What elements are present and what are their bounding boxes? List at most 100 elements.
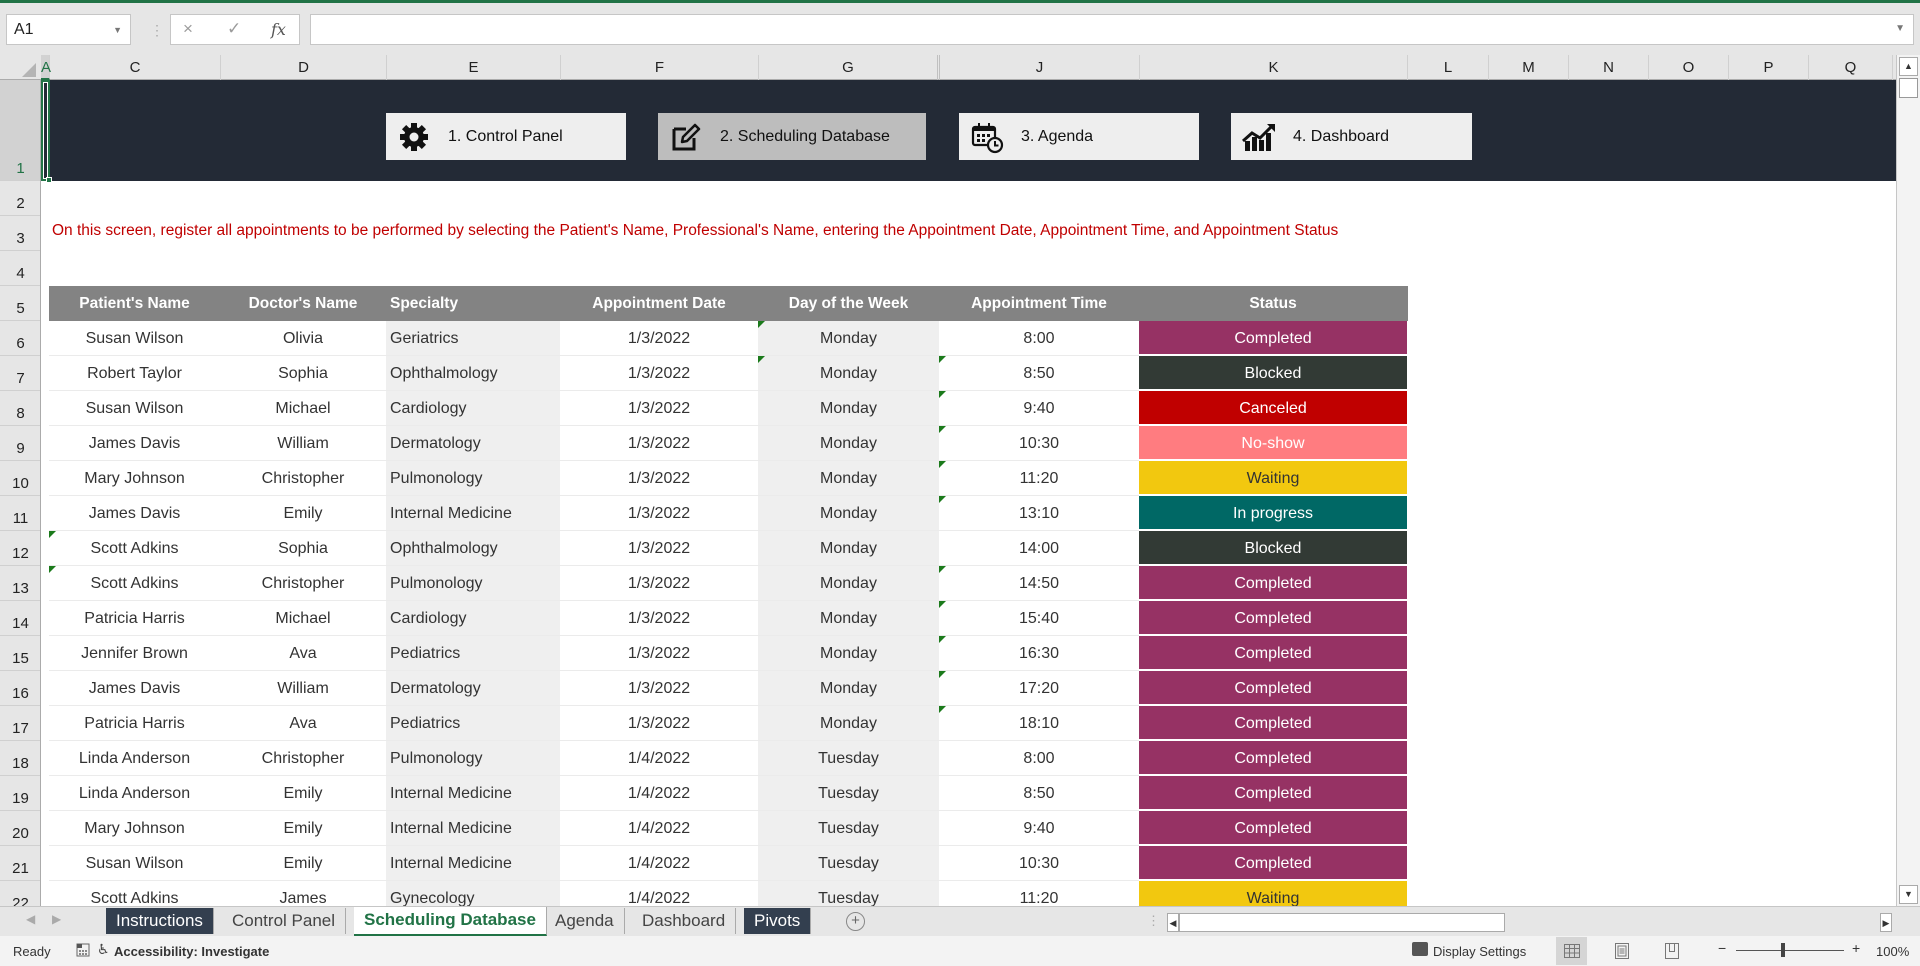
cell-patient-name[interactable]: Linda Anderson <box>49 741 220 776</box>
cell-doctor-name[interactable]: William <box>220 426 386 461</box>
column-header-n[interactable]: N <box>1569 55 1649 80</box>
column-header-l[interactable]: L <box>1408 55 1489 80</box>
cell-day-of-week[interactable]: Tuesday <box>758 846 939 881</box>
cell-appointment-date[interactable]: 1/4/2022 <box>560 811 758 846</box>
row-header-19[interactable]: 19 <box>0 776 40 811</box>
row-header-7[interactable]: 7 <box>0 356 40 391</box>
zoom-slider[interactable]: − + <box>1718 940 1868 960</box>
cell-specialty[interactable]: Gynecology <box>386 881 560 906</box>
column-header-e[interactable]: E <box>387 55 561 80</box>
cell-appointment-date[interactable]: 1/3/2022 <box>560 566 758 601</box>
cell-appointment-time[interactable]: 11:20 <box>939 461 1139 496</box>
cell-specialty[interactable]: Pulmonology <box>386 741 560 776</box>
row-header-13[interactable]: 13 <box>0 566 40 601</box>
sheet-tab-pivots[interactable]: Pivots <box>744 908 812 934</box>
cell-doctor-name[interactable]: Emily <box>220 811 386 846</box>
row-header-10[interactable]: 10 <box>0 461 40 496</box>
cell-appointment-date[interactable]: 1/3/2022 <box>560 496 758 531</box>
cell-status[interactable]: Completed <box>1139 846 1407 881</box>
cell-doctor-name[interactable]: Christopher <box>220 741 386 776</box>
cell-appointment-date[interactable]: 1/3/2022 <box>560 706 758 741</box>
cell-appointment-time[interactable]: 10:30 <box>939 846 1139 881</box>
error-indicator-icon[interactable] <box>939 356 946 363</box>
cell-day-of-week[interactable]: Monday <box>758 461 939 496</box>
row-header-18[interactable]: 18 <box>0 741 40 776</box>
cell-status[interactable]: Completed <box>1139 636 1407 671</box>
cell-specialty[interactable]: Internal Medicine <box>386 846 560 881</box>
cell-status[interactable]: Waiting <box>1139 881 1407 906</box>
column-header-p[interactable]: P <box>1729 55 1809 80</box>
cell-doctor-name[interactable]: Christopher <box>220 566 386 601</box>
error-indicator-icon[interactable] <box>758 321 765 328</box>
cell-status[interactable]: Completed <box>1139 811 1407 846</box>
cell-specialty[interactable]: Internal Medicine <box>386 811 560 846</box>
cell-day-of-week[interactable]: Tuesday <box>758 811 939 846</box>
cell-status[interactable]: In progress <box>1139 496 1407 531</box>
cell-specialty[interactable]: Ophthalmology <box>386 356 560 391</box>
cell-specialty[interactable]: Geriatrics <box>386 321 560 356</box>
sheet-tab-agenda[interactable]: Agenda <box>545 908 625 934</box>
error-indicator-icon[interactable] <box>939 426 946 433</box>
row-header-4[interactable]: 4 <box>0 251 40 286</box>
row-header-15[interactable]: 15 <box>0 636 40 671</box>
error-indicator-icon[interactable] <box>758 356 765 363</box>
cell-status[interactable]: Completed <box>1139 741 1407 776</box>
column-header-m[interactable]: M <box>1489 55 1569 80</box>
cell-day-of-week[interactable]: Tuesday <box>758 776 939 811</box>
row-header-2[interactable]: 2 <box>0 181 40 216</box>
drag-handle-icon[interactable]: ⋮ <box>150 21 164 39</box>
cell-specialty[interactable]: Pulmonology <box>386 461 560 496</box>
cell-status[interactable]: Completed <box>1139 776 1407 811</box>
horizontal-scrollbar[interactable]: ◀ ▶ <box>1167 913 1892 932</box>
row-header-14[interactable]: 14 <box>0 601 40 636</box>
page-layout-view-button[interactable] <box>1606 937 1637 965</box>
cell-appointment-time[interactable]: 14:00 <box>939 531 1139 566</box>
cell-appointment-time[interactable]: 16:30 <box>939 636 1139 671</box>
add-sheet-icon[interactable]: + <box>846 912 865 931</box>
cell-appointment-date[interactable]: 1/4/2022 <box>560 881 758 906</box>
error-indicator-icon[interactable] <box>939 601 946 608</box>
sheet-tab-dashboard[interactable]: Dashboard <box>632 908 737 934</box>
normal-view-button[interactable] <box>1556 937 1587 965</box>
column-header-j[interactable]: J <box>940 55 1140 80</box>
display-settings-icon[interactable] <box>1412 942 1428 956</box>
page-break-view-button[interactable] <box>1656 937 1687 965</box>
cell-doctor-name[interactable]: William <box>220 671 386 706</box>
cell-doctor-name[interactable]: Ava <box>220 706 386 741</box>
cell-patient-name[interactable]: Susan Wilson <box>49 321 220 356</box>
cell-day-of-week[interactable]: Tuesday <box>758 741 939 776</box>
cell-patient-name[interactable]: Mary Johnson <box>49 461 220 496</box>
cell-status[interactable]: Completed <box>1139 321 1407 356</box>
error-indicator-icon[interactable] <box>939 391 946 398</box>
error-indicator-icon[interactable] <box>939 461 946 468</box>
accessibility-status[interactable]: Accessibility: Investigate <box>114 944 269 959</box>
error-indicator-icon[interactable] <box>939 496 946 503</box>
cell-specialty[interactable]: Pediatrics <box>386 706 560 741</box>
cell-specialty[interactable]: Cardiology <box>386 391 560 426</box>
cell-patient-name[interactable]: Susan Wilson <box>49 391 220 426</box>
cell-doctor-name[interactable]: Sophia <box>220 356 386 391</box>
cell-doctor-name[interactable]: Emily <box>220 846 386 881</box>
cell-appointment-time[interactable]: 8:50 <box>939 356 1139 391</box>
next-sheet-icon[interactable]: ▶ <box>52 912 61 926</box>
worksheet-grid[interactable]: 1. Control Panel 2. Scheduling Database … <box>41 80 1896 906</box>
cell-doctor-name[interactable]: Olivia <box>220 321 386 356</box>
cell-specialty[interactable]: Cardiology <box>386 601 560 636</box>
error-indicator-icon[interactable] <box>49 566 56 573</box>
cell-appointment-time[interactable]: 8:50 <box>939 776 1139 811</box>
drag-handle-icon[interactable]: ⋮ <box>1147 913 1160 929</box>
cell-doctor-name[interactable]: Sophia <box>220 531 386 566</box>
cell-day-of-week[interactable]: Monday <box>758 566 939 601</box>
cell-day-of-week[interactable]: Monday <box>758 531 939 566</box>
header-status[interactable]: Status <box>1139 286 1407 321</box>
cell-day-of-week[interactable]: Monday <box>758 671 939 706</box>
row-header-9[interactable]: 9 <box>0 426 40 461</box>
expand-formula-bar-icon[interactable]: ▼ <box>1895 23 1905 34</box>
cell-specialty[interactable]: Internal Medicine <box>386 776 560 811</box>
horizontal-scroll-thumb[interactable] <box>1179 913 1505 932</box>
cell-appointment-date[interactable]: 1/4/2022 <box>560 846 758 881</box>
row-header-12[interactable]: 12 <box>0 531 40 566</box>
column-header-k[interactable]: K <box>1140 55 1408 80</box>
zoom-level[interactable]: 100% <box>1876 944 1909 959</box>
error-indicator-icon[interactable] <box>939 566 946 573</box>
